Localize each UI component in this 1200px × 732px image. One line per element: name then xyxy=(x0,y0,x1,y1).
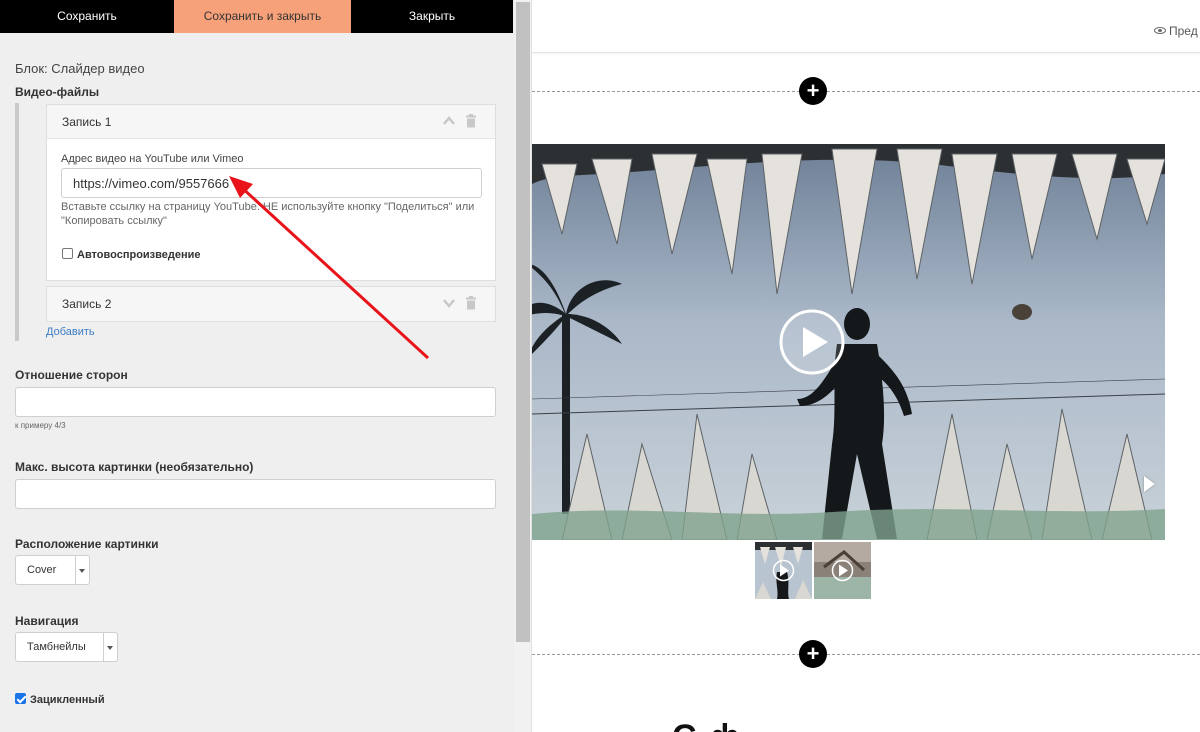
navigation-label: Навигация xyxy=(15,614,79,628)
plus-icon[interactable]: + xyxy=(799,640,827,668)
video-url-value: https://vimeo.com/9557666 xyxy=(73,176,230,191)
editor-toolbar: Сохранить Сохранить и закрыть Закрыть xyxy=(0,0,531,33)
video-thumbnail-1[interactable] xyxy=(755,542,812,599)
list-indent-bar xyxy=(15,103,19,341)
chevron-down-icon xyxy=(107,646,113,650)
record-1-header[interactable]: Запись 1 xyxy=(47,105,495,139)
video-record-1: Запись 1 Адрес видео на YouTube или Vime… xyxy=(46,104,496,281)
page-preview: Пред + + xyxy=(532,0,1200,732)
trash-icon[interactable] xyxy=(464,114,478,128)
panel-scrollbar[interactable] xyxy=(514,0,531,732)
chevron-down-icon[interactable] xyxy=(442,296,456,310)
video-url-input[interactable]: https://vimeo.com/9557666 xyxy=(61,168,482,198)
video-thumbnails xyxy=(755,542,871,599)
record-2-title: Запись 2 xyxy=(62,297,112,311)
play-icon[interactable] xyxy=(778,308,846,376)
image-position-select[interactable]: Cover xyxy=(15,555,90,585)
video-url-hint-line-2: "Копировать ссылку" xyxy=(61,215,167,227)
section-divider-bottom xyxy=(532,654,1200,655)
record-1-title: Запись 1 xyxy=(62,115,112,129)
video-thumbnail-2[interactable] xyxy=(814,542,871,599)
video-slide[interactable] xyxy=(532,144,1165,540)
preview-button-label: Пред xyxy=(1169,24,1198,38)
editor-panel: Сохранить Сохранить и закрыть Закрыть Бл… xyxy=(0,0,532,732)
eye-icon xyxy=(1154,27,1166,34)
autoplay-checkbox[interactable] xyxy=(62,248,73,259)
preview-header: Пред xyxy=(532,0,1200,53)
close-button[interactable]: Закрыть xyxy=(351,0,513,33)
select-divider xyxy=(103,633,104,661)
video-frame-image xyxy=(532,144,1165,540)
loop-checkbox[interactable] xyxy=(15,693,26,704)
chevron-down-icon xyxy=(79,569,85,573)
image-position-value: Cover xyxy=(27,564,57,576)
navigation-value: Тамбнейлы xyxy=(27,641,86,653)
chevron-up-icon[interactable] xyxy=(442,114,456,128)
navigation-select[interactable]: Тамбнейлы xyxy=(15,632,118,662)
video-url-label: Адрес видео на YouTube или Vimeo xyxy=(61,153,244,165)
block-title: Блок: Слайдер видео xyxy=(15,61,145,76)
loop-label[interactable]: Зацикленный xyxy=(30,694,105,706)
video-files-label: Видео-файлы xyxy=(15,85,100,99)
section-divider-top xyxy=(532,91,1200,92)
max-height-input[interactable] xyxy=(15,479,496,509)
next-arrow-icon[interactable] xyxy=(1144,476,1155,492)
image-position-label: Расположение картинки xyxy=(15,537,159,551)
record-1-body: Адрес видео на YouTube или Vimeo https:/… xyxy=(47,139,495,280)
save-button[interactable]: Сохранить xyxy=(0,0,174,33)
plus-icon[interactable]: + xyxy=(799,77,827,105)
aspect-ratio-hint: к примеру 4/3 xyxy=(15,421,66,430)
trash-icon[interactable] xyxy=(464,296,478,310)
preview-button[interactable]: Пред xyxy=(1154,24,1198,38)
video-record-2: Запись 2 xyxy=(46,286,496,322)
autoplay-label[interactable]: Автовоспроизведение xyxy=(77,249,201,261)
save-and-close-button[interactable]: Сохранить и закрыть xyxy=(174,0,351,33)
select-divider xyxy=(75,556,76,584)
aspect-ratio-input[interactable] xyxy=(15,387,496,417)
max-height-label: Макс. высота картинки (необязательно) xyxy=(15,460,254,474)
next-section-heading: С ф xyxy=(672,718,742,732)
add-record-link[interactable]: Добавить xyxy=(46,326,95,338)
record-2-header[interactable]: Запись 2 xyxy=(47,287,495,321)
video-url-hint-line-1: Вставьте ссылку на страницу YouTube. НЕ … xyxy=(61,201,475,213)
aspect-ratio-label: Отношение сторон xyxy=(15,368,128,382)
panel-scrollbar-thumb[interactable] xyxy=(516,2,530,642)
